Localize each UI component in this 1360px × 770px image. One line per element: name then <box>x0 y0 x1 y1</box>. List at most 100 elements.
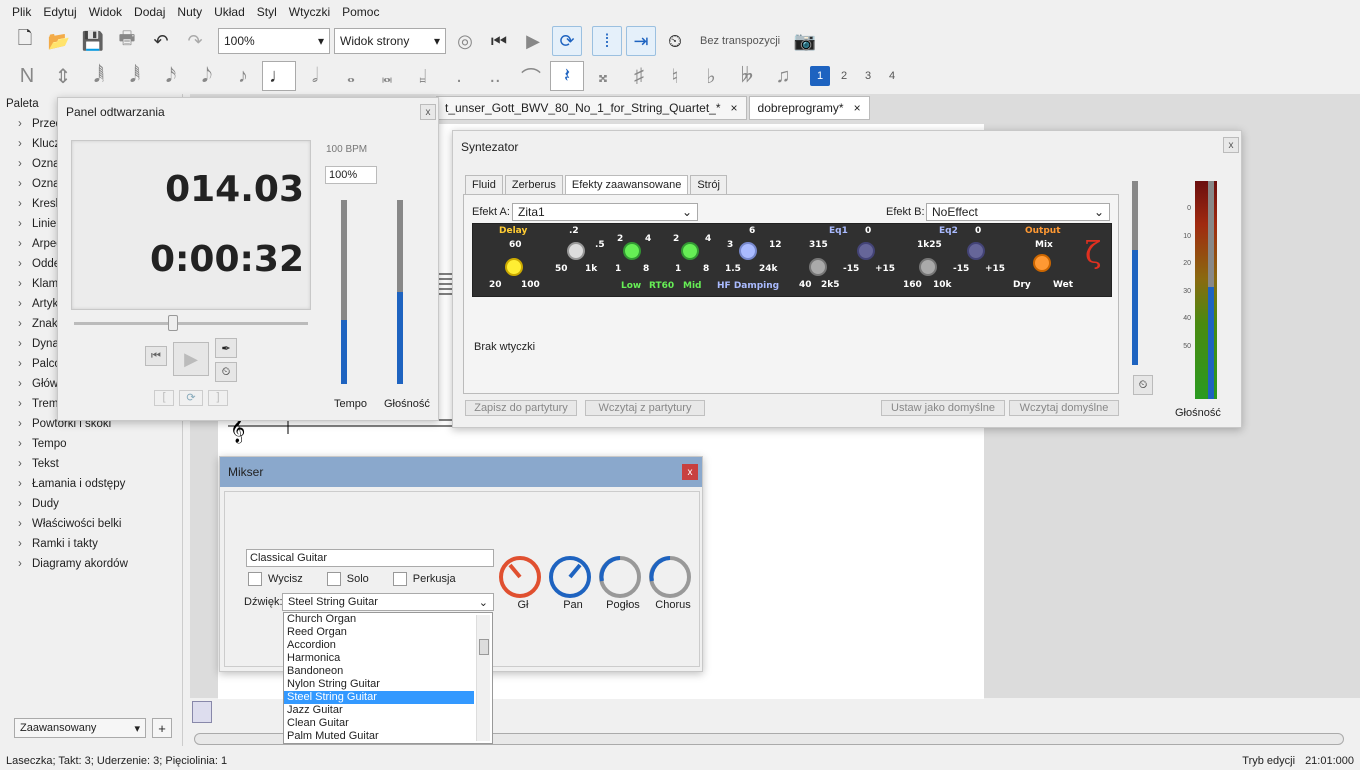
tempo-slider[interactable] <box>341 200 347 384</box>
dot-icon[interactable]: . <box>442 61 476 91</box>
tab-dobreprogramy[interactable]: dobreprogramy* × <box>748 96 870 120</box>
output-volume-slider[interactable] <box>1208 181 1214 399</box>
palette-mode-select[interactable]: Zaawansowany ▾ <box>14 718 146 738</box>
tab-zerberus[interactable]: Zerberus <box>504 175 563 195</box>
timeline-thumb[interactable] <box>192 701 212 723</box>
list-item[interactable]: Clean Guitar <box>284 717 492 730</box>
save-icon[interactable]: 💾 <box>78 26 108 56</box>
voice-2-button[interactable]: 2 <box>834 66 854 86</box>
voice-1-button[interactable]: 1 <box>810 66 830 86</box>
load-default-button[interactable]: Wczytaj domyślne <box>1009 400 1119 416</box>
palette-item[interactable]: › Dudy <box>0 494 182 514</box>
note-8th-b-icon[interactable]: ♪ <box>226 61 260 91</box>
loop-in-button[interactable]: [ <box>154 390 174 406</box>
rewind-button[interactable]: ⏮ <box>145 346 167 366</box>
checkbox-box[interactable] <box>326 572 341 586</box>
close-icon[interactable]: × <box>731 101 738 115</box>
palette-add-button[interactable]: + <box>152 718 172 738</box>
palette-item[interactable]: › Diagramy akordów <box>0 554 182 574</box>
list-item-selected[interactable]: Steel String Guitar <box>284 691 474 704</box>
sound-select[interactable]: Steel String Guitar ⌄ <box>282 593 494 611</box>
zoom-select[interactable]: 100% ▾ <box>218 28 330 54</box>
rest-icon[interactable]: 𝄽 <box>550 61 584 91</box>
instrument-name-input[interactable]: Classical Guitar <box>246 549 494 567</box>
count-in-button[interactable]: ✒ <box>215 338 237 358</box>
mix-knob[interactable] <box>1033 254 1051 272</box>
close-icon[interactable]: x <box>420 104 436 120</box>
list-item[interactable]: Reed Organ <box>284 626 492 639</box>
menu-plugins[interactable]: Wtyczki <box>283 5 336 19</box>
menu-add[interactable]: Dodaj <box>128 5 171 19</box>
double-sharp-icon[interactable]: 𝄪 <box>586 61 620 91</box>
list-item[interactable]: Church Organ <box>284 613 492 626</box>
menu-edit[interactable]: Edytuj <box>37 5 82 19</box>
checkbox-box[interactable] <box>248 572 262 586</box>
eq2-gain-knob[interactable] <box>967 242 985 260</box>
effect-a-select[interactable]: Zita1 ⌄ <box>512 203 698 221</box>
position-handle[interactable] <box>168 315 178 331</box>
natural-icon[interactable]: ♮ <box>658 61 692 91</box>
open-folder-icon[interactable]: 📂 <box>44 26 74 56</box>
xover-knob[interactable] <box>567 242 585 260</box>
close-icon[interactable]: x <box>682 464 698 480</box>
menu-view[interactable]: Widok <box>83 5 128 19</box>
tempo-percent-input[interactable]: 100% <box>325 166 377 184</box>
tab-fluid[interactable]: Fluid <box>465 175 503 195</box>
menu-help[interactable]: Pomoc <box>336 5 385 19</box>
voice-4-button[interactable]: 4 <box>882 66 902 86</box>
note-quarter-icon[interactable]: ♩ <box>262 61 296 91</box>
note-half-icon[interactable]: 𝅗𝅥 <box>298 61 332 91</box>
voice-3-button[interactable]: 3 <box>858 66 878 86</box>
position-slider[interactable] <box>74 315 308 331</box>
eq2-freq-knob[interactable] <box>919 258 937 276</box>
flip-icon[interactable]: ♫ <box>766 61 800 91</box>
note-breve-icon[interactable]: 𝅜 <box>370 61 404 91</box>
tab-bach[interactable]: t_unser_Gott_BWV_80_No_1_for_String_Quar… <box>436 96 747 120</box>
note-8th-icon[interactable]: 𝅘𝅥𝅮 <box>190 61 224 91</box>
menu-style[interactable]: Styl <box>251 5 283 19</box>
loop-in-icon[interactable]: ⁞ <box>592 26 622 56</box>
palette-item[interactable]: › Właściwości belki <box>0 514 182 534</box>
eq1-gain-knob[interactable] <box>857 242 875 260</box>
menu-notes[interactable]: Nuty <box>171 5 208 19</box>
solo-checkbox[interactable]: Solo <box>326 572 369 586</box>
rt60-mid-knob[interactable] <box>681 242 699 260</box>
list-item[interactable]: Accordion <box>284 639 492 652</box>
list-item[interactable]: Harmonica <box>284 652 492 665</box>
list-item[interactable]: Palm Muted Guitar <box>284 730 492 743</box>
double-dot-icon[interactable]: .. <box>478 61 512 91</box>
save-to-score-button[interactable]: Zapisz do partytury <box>465 400 577 416</box>
menu-layout[interactable]: Układ <box>208 5 251 19</box>
synth-volume-slider[interactable] <box>1132 181 1138 365</box>
dropdown-scrollbar[interactable] <box>476 615 490 741</box>
loop-out-button[interactable]: ] <box>208 390 228 406</box>
note-whole-icon[interactable]: 𝅝 <box>334 61 368 91</box>
loop-icon[interactable]: ⟳ <box>552 26 582 56</box>
delay-knob[interactable] <box>505 258 523 276</box>
rt60-low-knob[interactable] <box>623 242 641 260</box>
hf-damping-knob[interactable] <box>739 242 757 260</box>
tab-advanced-effects[interactable]: Efekty zaawansowane <box>564 175 689 195</box>
rewind-icon[interactable]: ⏮ <box>484 26 514 56</box>
palette-item[interactable]: › Łamania i odstępy <box>0 474 182 494</box>
eq1-freq-knob[interactable] <box>809 258 827 276</box>
note-32nd-icon[interactable]: 𝅘𝅥𝅱 <box>118 61 152 91</box>
menu-file[interactable]: Plik <box>6 5 37 19</box>
close-icon[interactable]: x <box>1223 137 1239 153</box>
loop-button[interactable]: ⟳ <box>179 390 203 406</box>
scrollbar-thumb[interactable] <box>479 639 489 655</box>
effect-b-select[interactable]: NoEffect ⌄ <box>926 203 1110 221</box>
tie-icon[interactable]: ⌒ <box>514 61 548 91</box>
metronome-button[interactable]: ⏲ <box>215 362 237 382</box>
note-input-icon[interactable]: N <box>10 61 44 91</box>
note-64th-icon[interactable]: 𝅘𝅥𝅲 <box>82 61 116 91</box>
tab-tuning[interactable]: Strój <box>690 175 727 195</box>
mute-checkbox[interactable]: Wycisz <box>248 572 303 586</box>
list-item[interactable]: Bandoneon <box>284 665 492 678</box>
midi-input-icon[interactable]: ◎ <box>450 26 480 56</box>
close-icon[interactable]: × <box>854 101 861 115</box>
volume-slider[interactable] <box>397 200 403 384</box>
metronome-button[interactable]: ⏲ <box>1133 375 1153 395</box>
play-button[interactable]: ▶ <box>173 342 209 376</box>
view-mode-select[interactable]: Widok strony ▾ <box>334 28 446 54</box>
